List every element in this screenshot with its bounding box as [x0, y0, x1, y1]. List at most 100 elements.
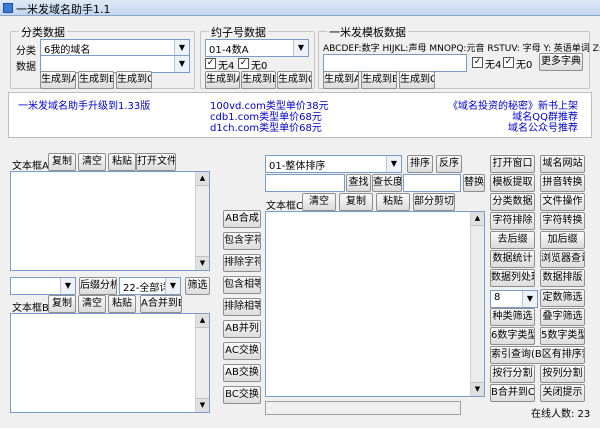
- check-length-button[interactable]: 查长度: [372, 174, 402, 192]
- five-digit-type-button[interactable]: 5数字类型: [540, 327, 585, 345]
- template-extract-button[interactable]: 模板提取: [490, 174, 535, 192]
- search-input[interactable]: [265, 174, 345, 192]
- category-gen-a-button[interactable]: 生成到A: [40, 71, 76, 89]
- c-clear-button[interactable]: 清空: [302, 193, 336, 211]
- category-data-button[interactable]: 分类数据: [490, 193, 535, 211]
- domain-site-button[interactable]: 域名网站: [540, 155, 585, 173]
- length-gen-c-button[interactable]: 生成到C: [277, 71, 312, 89]
- suffix-analysis-button[interactable]: 后缀分析: [79, 277, 117, 295]
- fixed-filter-button[interactable]: 定数筛选: [540, 289, 585, 307]
- length-select[interactable]: 01-4数A ▼: [205, 39, 309, 57]
- title-bar: 一米发域名助手1.1: [0, 0, 600, 16]
- open-window-button[interactable]: 打开窗口: [490, 155, 535, 173]
- scroll-down-icon[interactable]: ▼: [196, 256, 209, 270]
- exclude-char-button[interactable]: 排除字符: [223, 254, 261, 272]
- template-no0-label: 无0: [516, 60, 533, 71]
- close-tips-button[interactable]: 关闭提示: [540, 384, 585, 402]
- news-right-link-3[interactable]: 域名公众号推荐: [508, 119, 578, 134]
- chevron-down-icon: ▼: [386, 156, 401, 172]
- textbox-b-scrollbar[interactable]: ▲ ▼: [195, 314, 209, 412]
- category-label: 分类: [16, 46, 36, 57]
- include-equal-button[interactable]: 包含相等: [223, 276, 261, 294]
- length-no4-label: 无4: [218, 61, 235, 72]
- c-paste-button[interactable]: 粘贴: [376, 193, 410, 211]
- more-dict-button[interactable]: 更多字典: [539, 53, 583, 71]
- textbox-a-scrollbar[interactable]: ▲ ▼: [195, 172, 209, 270]
- a-clear-button[interactable]: 清空: [78, 153, 106, 171]
- pinyin-convert-button[interactable]: 拼音转换: [540, 174, 585, 192]
- textbox-c[interactable]: ▲ ▼: [265, 211, 485, 397]
- b-copy-button[interactable]: 复制: [48, 295, 76, 313]
- char-convert-button[interactable]: 字符转换: [540, 212, 585, 230]
- a-open-file-button[interactable]: 打开文件: [136, 153, 176, 171]
- index-query-button[interactable]: 索引查询(B区有排序索引): [490, 346, 585, 364]
- file-ops-button[interactable]: 文件操作: [540, 193, 585, 211]
- ac-swap-button[interactable]: AC交换: [223, 342, 261, 360]
- template-gen-a-button[interactable]: 生成到A: [323, 71, 359, 89]
- six-digit-type-button[interactable]: 6数字类型: [490, 327, 535, 345]
- bc-swap-button[interactable]: BC交换: [223, 386, 261, 404]
- scroll-up-icon[interactable]: ▲: [196, 314, 209, 328]
- news-left-link[interactable]: 一米发域名助手升级到1.33版: [18, 97, 150, 112]
- scroll-up-icon[interactable]: ▲: [471, 212, 484, 226]
- browser-query-button[interactable]: 浏览器查询: [540, 250, 585, 268]
- data-layout-button[interactable]: 数据排版: [540, 269, 585, 287]
- data-stats-button[interactable]: 数据统计: [490, 250, 535, 268]
- ab-swap-button[interactable]: AB交换: [223, 364, 261, 382]
- ab-parallel-button[interactable]: AB并列: [223, 320, 261, 338]
- reverse-button[interactable]: 反序: [436, 155, 462, 173]
- c-partial-cut-button[interactable]: 部分剪切: [413, 193, 455, 211]
- a-merge-b-button[interactable]: A合并到B: [140, 295, 182, 313]
- length-no0-label: 无0: [251, 61, 268, 72]
- include-char-button[interactable]: 包含字符: [223, 232, 261, 250]
- split-by-row-button[interactable]: 按行分割: [490, 365, 535, 383]
- template-no0-checkbox[interactable]: ✓: [503, 57, 514, 68]
- b-clear-button[interactable]: 清空: [78, 295, 106, 313]
- length-gen-a-button[interactable]: 生成到A: [205, 71, 240, 89]
- kind-filter-button[interactable]: 种类筛选: [490, 308, 535, 326]
- a-filter-button[interactable]: 筛选: [185, 277, 210, 295]
- add-suffix-button[interactable]: 加后缀: [540, 231, 585, 249]
- news-center-link-3[interactable]: d1ch.com类型单价68元: [210, 119, 322, 134]
- chevron-down-icon: ▼: [293, 40, 308, 56]
- textbox-b[interactable]: ▲ ▼: [10, 313, 210, 413]
- category-gen-c-button[interactable]: 生成到C: [116, 71, 152, 89]
- remove-suffix-button[interactable]: 去后缀: [490, 231, 535, 249]
- template-input[interactable]: [323, 54, 467, 72]
- template-no4-checkbox[interactable]: ✓: [472, 57, 483, 68]
- progress-bar: [265, 401, 461, 415]
- textbox-a[interactable]: ▲ ▼: [10, 171, 210, 271]
- search-button[interactable]: 查找: [346, 174, 371, 192]
- replace-button[interactable]: 替换: [463, 174, 485, 192]
- scroll-down-icon[interactable]: ▼: [196, 398, 209, 412]
- textbox-c-label: 文本框C: [266, 201, 303, 212]
- chevron-down-icon: ▼: [522, 291, 537, 307]
- template-gen-c-button[interactable]: 生成到C: [399, 71, 435, 89]
- a-copy-button[interactable]: 复制: [48, 153, 76, 171]
- replace-input[interactable]: [403, 174, 461, 192]
- scroll-up-icon[interactable]: ▲: [196, 172, 209, 186]
- exclude-equal-button[interactable]: 排除相等: [223, 298, 261, 316]
- length-no0-checkbox[interactable]: ✓: [238, 58, 249, 69]
- length-no4-checkbox[interactable]: ✓: [205, 58, 216, 69]
- column-process-button[interactable]: 数据列处理: [490, 269, 535, 287]
- number-select[interactable]: 8 ▼: [490, 290, 538, 308]
- textbox-b-label: 文本框B: [12, 303, 49, 314]
- detail-select[interactable]: 22-全部详细 ▼: [119, 277, 181, 295]
- b-merge-c-button[interactable]: B合并到C: [490, 384, 535, 402]
- category-gen-b-button[interactable]: 生成到B: [78, 71, 114, 89]
- sort-select[interactable]: 01-整体排序 ▼: [265, 155, 402, 173]
- scroll-down-icon[interactable]: ▼: [471, 382, 484, 396]
- b-paste-button[interactable]: 粘贴: [108, 295, 136, 313]
- suffix-select[interactable]: ▼: [10, 277, 76, 295]
- repeat-filter-button[interactable]: 叠字筛选: [540, 308, 585, 326]
- c-copy-button[interactable]: 复制: [339, 193, 373, 211]
- ab-merge-button[interactable]: AB合成: [223, 210, 261, 228]
- char-exclude-button[interactable]: 字符排除: [490, 212, 535, 230]
- a-paste-button[interactable]: 粘贴: [108, 153, 136, 171]
- length-gen-b-button[interactable]: 生成到B: [241, 71, 276, 89]
- template-gen-b-button[interactable]: 生成到B: [361, 71, 397, 89]
- textbox-c-scrollbar[interactable]: ▲ ▼: [470, 212, 484, 396]
- sort-button[interactable]: 排序: [407, 155, 433, 173]
- split-by-col-button[interactable]: 按列分割: [540, 365, 585, 383]
